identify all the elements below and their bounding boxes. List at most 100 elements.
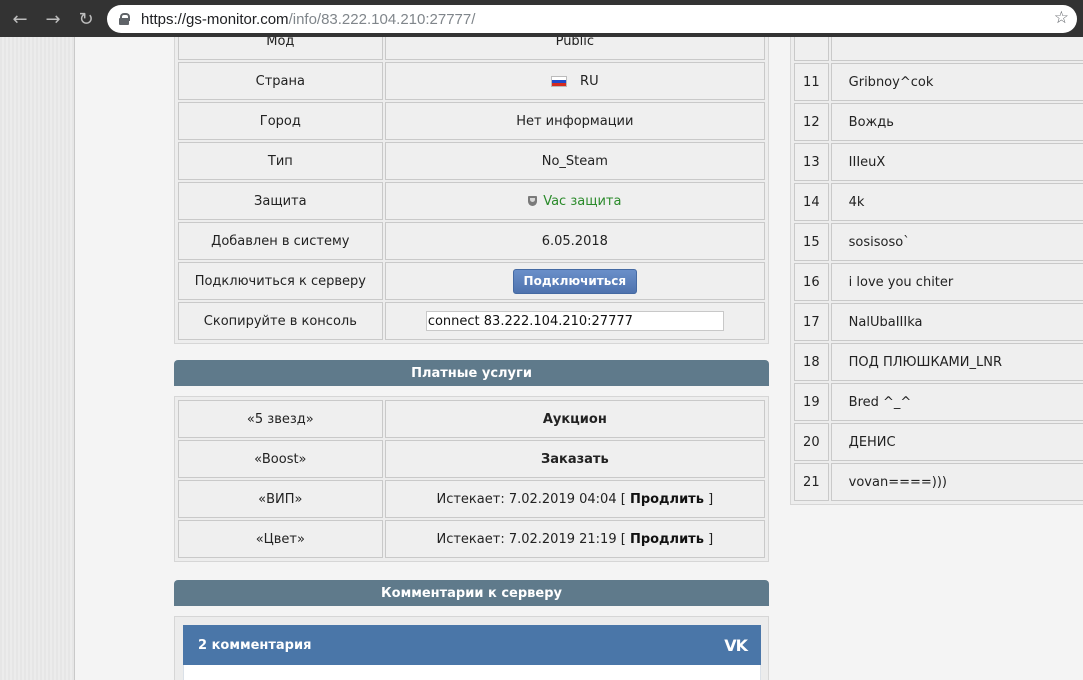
country-code: RU — [580, 73, 599, 89]
vk-logo-icon[interactable]: VK — [724, 636, 748, 655]
info-value: 6.05.2018 — [384, 222, 765, 260]
player-number — [794, 37, 829, 61]
paid-services-table: «5 звезд» Аукцион «Boost» Заказать «ВИП»… — [174, 396, 769, 562]
paid-label: «Boost» — [178, 440, 383, 478]
info-value: No_Steam — [384, 142, 765, 180]
player-row — [793, 37, 1083, 62]
player-number: 15 — [794, 223, 829, 261]
url-path: /info/83.222.104.210:27777/ — [288, 10, 476, 28]
paid-label: «5 звезд» — [178, 400, 383, 438]
player-name: Вождь — [830, 103, 1083, 141]
bracket-close: ] — [703, 531, 714, 547]
player-row: 19 Bred ^_^ — [793, 382, 1083, 422]
info-row-protection: Защита Vac защита — [177, 181, 766, 221]
player-name: i love you chiter — [830, 263, 1083, 301]
extend-vip-link[interactable]: Продлить — [630, 492, 704, 507]
player-number: 21 — [794, 463, 829, 501]
info-row-country: Страна RU — [177, 61, 766, 101]
player-row: 14 4k — [793, 182, 1083, 222]
paid-row: «ВИП» Истекает: 7.02.2019 04:04 [ Продли… — [177, 479, 766, 519]
paid-value: Аукцион — [384, 400, 765, 438]
bracket-close: ] — [703, 491, 714, 507]
info-label: Страна — [178, 62, 383, 100]
paid-row: «Boost» Заказать — [177, 439, 766, 479]
player-number: 19 — [794, 383, 829, 421]
comment-count: 2 комментария — [198, 637, 312, 653]
player-number: 14 — [794, 183, 829, 221]
info-label: Город — [178, 102, 383, 140]
forward-icon[interactable]: → — [42, 8, 64, 30]
info-value: RU — [384, 62, 765, 100]
player-name: ПОД ПЛЮШКАМИ_LNR — [830, 343, 1083, 381]
paid-label: «ВИП» — [178, 480, 383, 518]
extend-color-link[interactable]: Продлить — [630, 532, 704, 547]
player-number: 17 — [794, 303, 829, 341]
player-name: 4k — [830, 183, 1083, 221]
comment-input-area[interactable] — [183, 665, 761, 680]
player-name: NalUbaIIIka — [830, 303, 1083, 341]
order-link[interactable]: Заказать — [541, 452, 609, 467]
url-text: https://gs-monitor.com/info/83.222.104.2… — [141, 11, 475, 28]
shield-icon — [528, 196, 538, 206]
player-row: 15 sosisoso` — [793, 222, 1083, 262]
auction-link[interactable]: Аукцион — [543, 412, 607, 427]
paid-value: Истекает: 7.02.2019 21:19 [ Продлить ] — [384, 520, 765, 558]
back-icon[interactable]: ← — [9, 8, 31, 30]
info-label: Скопируйте в консоль — [178, 302, 383, 340]
player-name: ДЕНИС — [830, 423, 1083, 461]
address-bar[interactable]: https://gs-monitor.com/info/83.222.104.2… — [107, 5, 1077, 33]
player-row: 18 ПОД ПЛЮШКАМИ_LNR — [793, 342, 1083, 382]
player-name: Gribnoy^cok — [830, 63, 1083, 101]
player-number: 11 — [794, 63, 829, 101]
paid-row: «5 звезд» Аукцион — [177, 399, 766, 439]
url-host: https://gs-monitor.com — [141, 10, 289, 28]
info-row-city: Город Нет информации — [177, 101, 766, 141]
info-value — [384, 302, 765, 340]
info-value: Public — [384, 37, 765, 60]
paid-label: «Цвет» — [178, 520, 383, 558]
bookmark-star-icon[interactable]: ☆ — [1054, 8, 1069, 28]
lock-icon — [119, 13, 130, 25]
player-name: Bred ^_^ — [830, 383, 1083, 421]
comments-widget: 2 комментария VK — [174, 616, 769, 680]
info-label: Подключиться к серверу — [178, 262, 383, 300]
player-name: vovan====))) — [830, 463, 1083, 501]
paid-services-header: Платные услуги — [174, 360, 769, 386]
player-name: sosisoso` — [830, 223, 1083, 261]
comments-header: Комментарии к серверу — [174, 580, 769, 606]
paid-row: «Цвет» Истекает: 7.02.2019 21:19 [ Продл… — [177, 519, 766, 559]
players-table: 11 Gribnoy^cok 12 Вождь 13 IIIeuX 14 4k 15 sosiso… — [790, 37, 1083, 505]
player-name: IIIeuX — [830, 143, 1083, 181]
connect-button[interactable]: Подключиться — [512, 268, 637, 294]
console-command-input[interactable] — [425, 311, 724, 331]
reload-icon[interactable]: ↻ — [75, 8, 97, 30]
player-row: 17 NalUbaIIIka — [793, 302, 1083, 342]
player-row: 21 vovan====))) — [793, 462, 1083, 502]
info-value: Нет информации — [384, 102, 765, 140]
player-row: 20 ДЕНИС — [793, 422, 1083, 462]
info-row-console: Скопируйте в консоль — [177, 301, 766, 341]
vk-comments-bar: 2 комментария VK — [183, 625, 761, 665]
player-number: 12 — [794, 103, 829, 141]
vac-status: Vac защита — [528, 194, 621, 209]
vac-label: Vac защита — [543, 193, 622, 209]
player-number: 20 — [794, 423, 829, 461]
info-row-mod: Мод Public — [177, 37, 766, 61]
page: Мод Public Страна RU Город Нет информаци… — [0, 37, 1083, 680]
info-row-connect: Подключиться к серверу Подключиться — [177, 261, 766, 301]
expiry-text: Истекает: 7.02.2019 21:19 [ — [436, 531, 630, 547]
browser-toolbar: ← → ↻ https://gs-monitor.com/info/83.222… — [0, 0, 1083, 37]
paid-value: Заказать — [384, 440, 765, 478]
info-label: Мод — [178, 37, 383, 60]
page-left-strip — [0, 37, 75, 680]
info-label: Добавлен в систему — [178, 222, 383, 260]
info-row-type: Тип No_Steam — [177, 141, 766, 181]
info-label: Тип — [178, 142, 383, 180]
expiry-text: Истекает: 7.02.2019 04:04 [ — [436, 491, 630, 507]
server-info-table: Мод Public Страна RU Город Нет информаци… — [174, 37, 769, 344]
player-name — [830, 37, 1083, 61]
player-number: 13 — [794, 143, 829, 181]
russia-flag-icon — [551, 75, 568, 87]
player-row: 12 Вождь — [793, 102, 1083, 142]
player-row: 13 IIIeuX — [793, 142, 1083, 182]
